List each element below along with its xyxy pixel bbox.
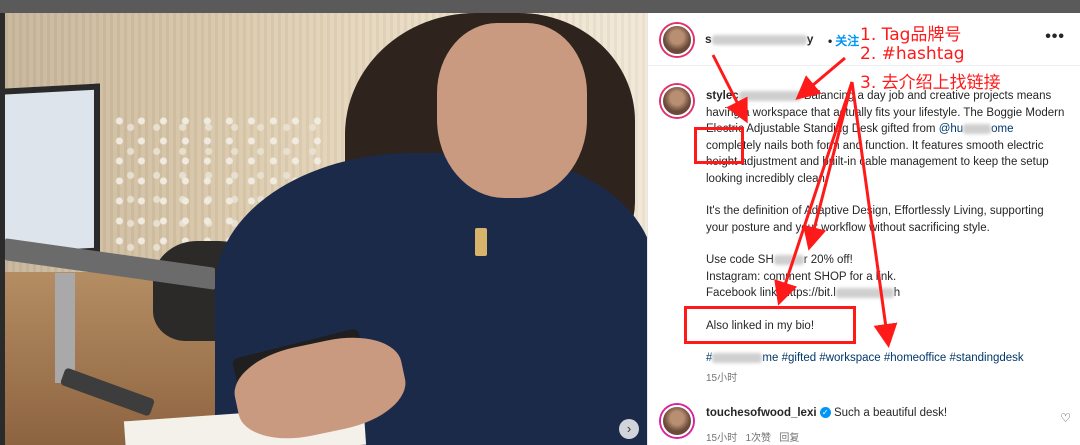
- follow-label: 关注: [835, 34, 860, 48]
- post-photo[interactable]: ›: [5, 13, 647, 445]
- comment-meta: 15小时 1次赞 回复: [706, 429, 799, 444]
- facebook-link-line: Facebook link: https://bit.l h: [706, 287, 900, 299]
- code-prefix: Use code SH: [706, 254, 774, 266]
- window-top-bar: [0, 0, 1080, 13]
- comment-like-heart-icon[interactable]: ♡: [1060, 411, 1071, 425]
- caption-paragraph-2: It's the definition of Adaptive Design, …: [706, 205, 1044, 234]
- comment-text: Such a beautiful desk!: [833, 407, 948, 419]
- screenshot-frame: › sy • 关注 ••• stylec Balancing a day job …: [0, 0, 1080, 445]
- mention-redacted: [963, 123, 992, 134]
- caption-username-redacted: [738, 90, 801, 101]
- commenter-username[interactable]: touchesofwood_lexi: [706, 407, 817, 419]
- commenter-avatar[interactable]: [661, 405, 693, 437]
- annotation-box-mention: [694, 127, 744, 164]
- caption-username-prefix: stylec: [706, 90, 739, 102]
- facebook-suffix: h: [893, 287, 901, 299]
- necklace-pendant: [475, 228, 487, 256]
- facebook-prefix: Facebook link: https://bit.l: [706, 287, 836, 299]
- hashtags-rest[interactable]: #gifted #workspace #homeoffice #standing…: [782, 352, 1024, 364]
- code-suffix: r 20% off!: [803, 254, 853, 266]
- person-face: [437, 23, 587, 198]
- comment-likes[interactable]: 1次赞: [745, 433, 771, 444]
- annotation-step2: 2. #hashtag: [860, 44, 965, 64]
- hashtag-line[interactable]: # me #gifted #workspace #homeoffice #stan…: [706, 350, 1068, 367]
- code-redacted: [773, 254, 804, 265]
- mention-prefix: @hu: [938, 123, 964, 135]
- comment-time: 15小时: [706, 433, 738, 444]
- more-options-icon[interactable]: •••: [1045, 28, 1065, 46]
- caption-avatar[interactable]: [661, 85, 693, 117]
- laptop-stand-post: [55, 273, 75, 383]
- author-username[interactable]: sy: [705, 32, 813, 46]
- username-redacted: [711, 34, 807, 45]
- follow-button[interactable]: • 关注: [825, 32, 859, 49]
- username-suffix: y: [806, 32, 814, 46]
- caption-username[interactable]: stylec: [706, 90, 801, 102]
- brand-mention-link[interactable]: @hu ome: [939, 123, 1014, 135]
- caption-paragraph-1: stylec Balancing a day job and creative …: [706, 88, 1068, 187]
- annotation-step3: 3. 去介绍上找链接: [860, 73, 1001, 93]
- comment-item: touchesofwood_lexi ✓ Such a beautiful de…: [648, 403, 1080, 445]
- caption-timestamp: 15小时: [706, 372, 738, 384]
- hashtag-redacted: [712, 352, 763, 363]
- instagram-shop-line: Instagram: comment SHOP for a link.: [706, 270, 897, 283]
- post-caption: stylec Balancing a day job and creative …: [706, 88, 1068, 403]
- annotation-box-bio: [684, 306, 856, 344]
- caption-text-2: completely nails both form and function.…: [706, 139, 1049, 185]
- separator-dot: •: [828, 34, 833, 48]
- laptop-screen: [5, 83, 100, 259]
- caption-paragraph-3: Use code SH r 20% off! Instagram: comment…: [706, 252, 1068, 302]
- facebook-link-redacted: [835, 287, 894, 298]
- verified-badge-icon: ✓: [819, 407, 831, 419]
- mention-suffix: ome: [991, 123, 1014, 135]
- author-avatar[interactable]: [661, 24, 693, 56]
- username-prefix: s: [705, 32, 712, 46]
- comment-body: touchesofwood_lexi ✓ Such a beautiful de…: [706, 407, 947, 419]
- hashtag-first-suffix: me: [762, 352, 779, 364]
- discount-code-line: Use code SH r 20% off!: [706, 254, 853, 266]
- comment-reply-button[interactable]: 回复: [779, 433, 799, 444]
- next-image-button[interactable]: ›: [619, 419, 639, 439]
- annotation-step1: 1. Tag品牌号: [860, 25, 962, 45]
